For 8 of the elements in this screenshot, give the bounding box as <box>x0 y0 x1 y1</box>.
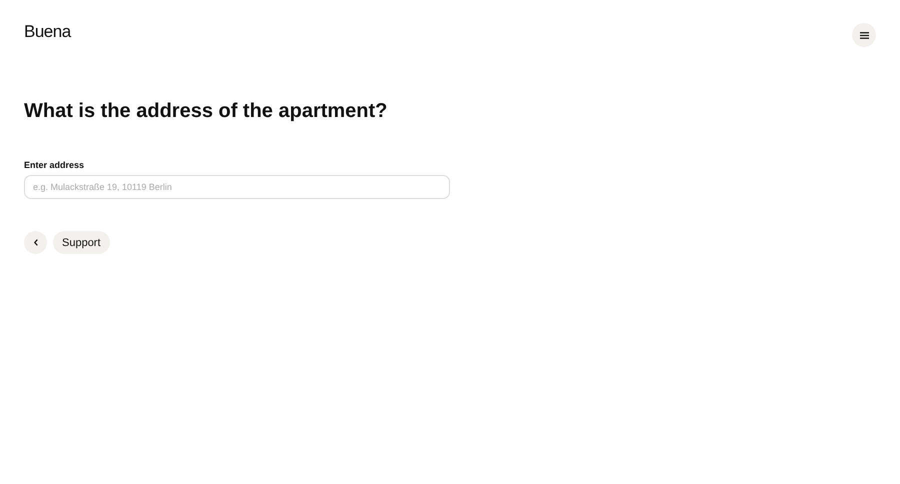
address-field[interactable]: e.g. Mulackstraße 19, 10119 Berlin <box>24 175 450 199</box>
question-heading: What is the address of the apartment? <box>24 99 388 123</box>
field-label: Enter address <box>24 160 86 170</box>
menu-button[interactable] <box>852 23 876 47</box>
chevron-left-icon <box>34 239 38 246</box>
menu-icon <box>860 32 868 38</box>
support-button[interactable]: Support <box>53 231 110 254</box>
logo: Buena <box>24 22 71 42</box>
